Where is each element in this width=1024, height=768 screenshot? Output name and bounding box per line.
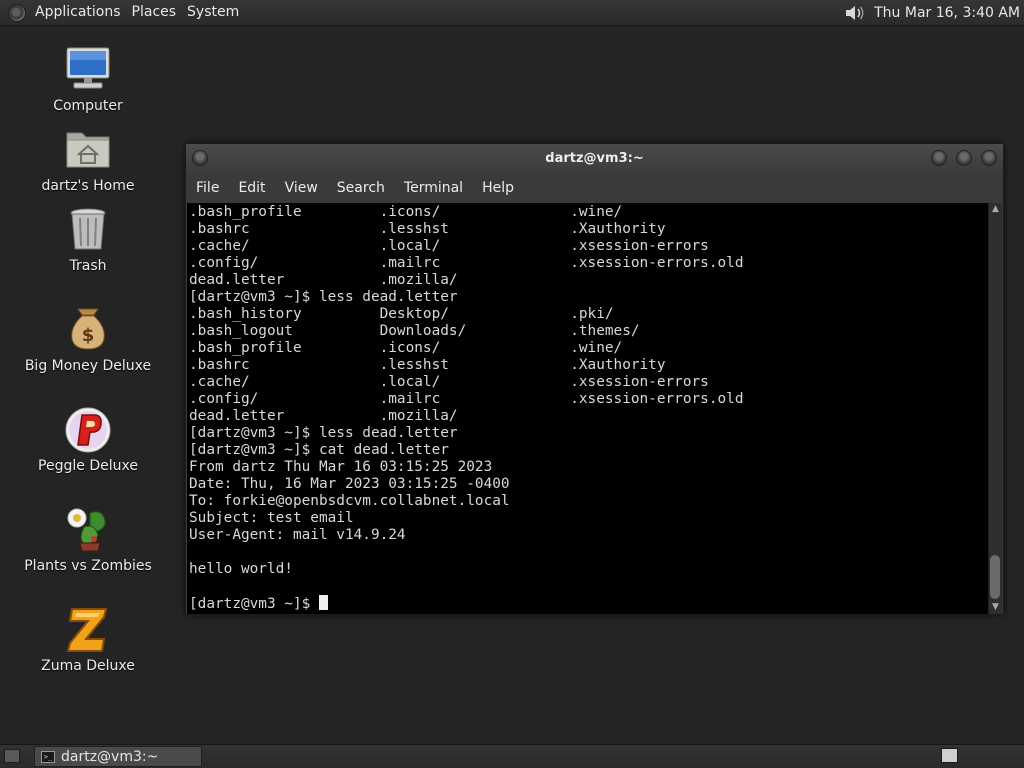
system-menu[interactable]: System: [184, 0, 247, 25]
maximize-icon[interactable]: [956, 150, 972, 166]
workspace-switcher-2[interactable]: [972, 748, 989, 763]
terminal-text: .bash_profile .icons/ .wine/ .bashrc .le…: [189, 204, 744, 613]
close-icon[interactable]: [981, 150, 997, 166]
terminal-line: .config/ .mailrc .xsession-errors.old: [189, 255, 744, 271]
terminal-output[interactable]: .bash_profile .icons/ .wine/ .bashrc .le…: [187, 203, 989, 614]
desktop-icon-label: Peggle Deluxe: [38, 458, 138, 474]
taskbar-window-button[interactable]: >_ dartz@vm3:~: [34, 746, 202, 767]
terminal-line: .bash_logout Downloads/ .themes/: [189, 323, 640, 339]
workspace-switcher-1[interactable]: [941, 748, 958, 763]
menu-terminal[interactable]: Terminal: [394, 174, 472, 203]
scroll-down-icon[interactable]: ▼: [989, 601, 1002, 614]
zuma-icon: [64, 605, 112, 653]
terminal-line: [dartz@vm3 ~]$ cat dead.letter: [189, 442, 449, 458]
applications-menu[interactable]: Applications: [32, 0, 129, 25]
panel-right-area: Thu Mar 16, 3:40 AM: [844, 0, 1020, 25]
volume-icon[interactable]: [844, 4, 866, 22]
terminal-line: dead.letter .mozilla/: [189, 272, 458, 288]
terminal-line: Subject: test email: [189, 510, 354, 526]
scroll-thumb[interactable]: [990, 555, 1000, 599]
terminal-line: .bashrc .lesshst .Xauthority: [189, 221, 666, 237]
terminal-line: To: forkie@openbsdcvm.collabnet.local: [189, 493, 510, 509]
desktop-icon-home[interactable]: dartz's Home: [18, 125, 158, 195]
terminal-line: .bash_profile .icons/ .wine/: [189, 204, 623, 220]
terminal-scrollbar[interactable]: ▲ ▼: [988, 203, 1002, 614]
window-menu-icon[interactable]: [192, 150, 208, 166]
money-bag-icon: $: [64, 305, 112, 353]
terminal-line: [dartz@vm3 ~]$ less dead.letter: [189, 425, 458, 441]
home-folder-icon: [64, 125, 112, 173]
terminal-prompt: [dartz@vm3 ~]$: [189, 596, 319, 612]
desktop-icon-label: Trash: [69, 258, 107, 274]
taskbar-window-label: dartz@vm3:~: [61, 748, 159, 765]
minimize-icon[interactable]: [931, 150, 947, 166]
text-cursor: [318, 595, 328, 610]
top-panel: Applications Places System Thu Mar 16, 3…: [0, 0, 1024, 26]
desktop-icon-computer[interactable]: Computer: [18, 45, 158, 115]
terminal-line: .bashrc .lesshst .Xauthority: [189, 357, 666, 373]
terminal-icon: >_: [41, 750, 55, 763]
svg-text:$: $: [82, 325, 95, 346]
show-desktop-icon[interactable]: [4, 749, 20, 763]
menu-file[interactable]: File: [186, 174, 228, 203]
window-title: dartz@vm3:~: [545, 151, 644, 166]
desktop-icon-label: Computer: [53, 98, 123, 114]
places-menu[interactable]: Places: [129, 0, 185, 25]
terminal-line: .config/ .mailrc .xsession-errors.old: [189, 391, 744, 407]
desktop-icon-trash[interactable]: Trash: [18, 205, 158, 275]
desktop-icon-label: Big Money Deluxe: [24, 358, 152, 374]
clock[interactable]: Thu Mar 16, 3:40 AM: [874, 5, 1020, 21]
terminal-line: .cache/ .local/ .xsession-errors: [189, 238, 709, 254]
menu-search[interactable]: Search: [327, 174, 394, 203]
menu-view[interactable]: View: [275, 174, 327, 203]
plants-vs-zombies-icon: [64, 505, 112, 553]
desktop-icon-label: Zuma Deluxe: [41, 658, 135, 674]
terminal-line: .bash_history Desktop/ .pki/: [189, 306, 614, 322]
terminal-line: hello world!: [189, 561, 293, 577]
terminal-line: .bash_profile .icons/ .wine/: [189, 340, 623, 356]
terminal-line: Date: Thu, 16 Mar 2023 03:15:25 -0400: [189, 476, 510, 492]
terminal-line: User-Agent: mail v14.9.24: [189, 527, 406, 543]
bottom-panel: >_ dartz@vm3:~: [0, 744, 1024, 768]
desktop-icon-plants-vs-zombies[interactable]: Plants vs Zombies: [18, 505, 158, 575]
desktop-icon-label: dartz's Home: [41, 178, 135, 194]
terminal-menubar: File Edit View Search Terminal Help: [186, 174, 1003, 203]
menu-edit[interactable]: Edit: [228, 174, 274, 203]
terminal-line: .cache/ .local/ .xsession-errors: [189, 374, 709, 390]
terminal-line: From dartz Thu Mar 16 03:15:25 2023: [189, 459, 493, 475]
terminal-line: dead.letter .mozilla/: [189, 408, 458, 424]
desktop-icon-label: Plants vs Zombies: [24, 558, 152, 574]
trash-icon: [64, 205, 112, 253]
window-titlebar[interactable]: dartz@vm3:~: [186, 144, 1003, 174]
menu-help[interactable]: Help: [472, 174, 523, 203]
scroll-up-icon[interactable]: ▲: [989, 203, 1002, 216]
terminal-window: dartz@vm3:~ File Edit View Search Termin…: [185, 143, 1004, 615]
peggle-icon: [64, 405, 112, 453]
desktop-icon-peggle[interactable]: Peggle Deluxe: [18, 405, 158, 475]
desktop: Applications Places System Thu Mar 16, 3…: [0, 0, 1024, 768]
gnome-logo-icon[interactable]: [8, 3, 26, 22]
terminal-line: [dartz@vm3 ~]$ less dead.letter: [189, 289, 458, 305]
desktop-icon-big-money[interactable]: $ Big Money Deluxe: [18, 305, 158, 375]
desktop-icon-zuma[interactable]: Zuma Deluxe: [18, 605, 158, 675]
computer-icon: [64, 45, 112, 93]
